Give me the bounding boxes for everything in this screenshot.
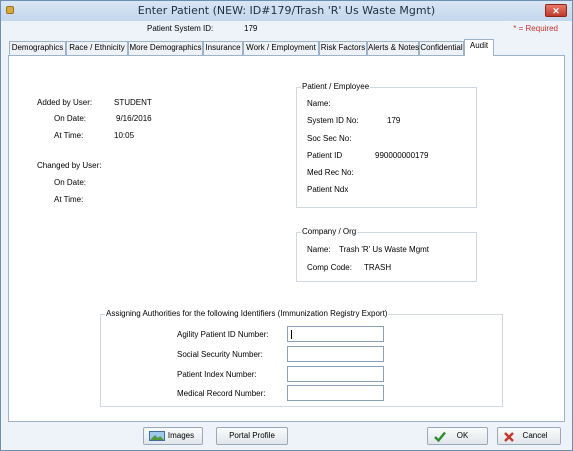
- added-on-label: On Date:: [54, 114, 87, 123]
- checkmark-icon: [434, 431, 446, 442]
- tab-demographics[interactable]: Demographics: [9, 41, 66, 55]
- company-name-value: Trash 'R' Us Waste Mgmt: [339, 245, 430, 254]
- patient-employee-group: Patient / Employee Name: System ID No: 1…: [296, 82, 477, 208]
- enter-patient-window: Enter Patient (NEW: ID#179/Trash 'R' Us …: [0, 0, 573, 451]
- patient-system-id-label: System ID No:: [307, 116, 359, 125]
- system-id-label: Patient System ID:: [147, 24, 214, 33]
- ssn-label: Social Security Number:: [177, 350, 263, 359]
- agility-id-label: Agility Patient ID Number:: [177, 330, 269, 339]
- tab-more-demographics[interactable]: More Demographics: [128, 41, 203, 55]
- ssn-input[interactable]: [287, 346, 384, 362]
- patient-employee-legend: Patient / Employee: [301, 82, 371, 91]
- required-note: * = Required: [513, 24, 558, 33]
- added-at-value: 10:05: [114, 131, 135, 140]
- changed-on-label: On Date:: [54, 178, 87, 187]
- patient-id-label: Patient ID: [307, 151, 343, 160]
- tab-insurance[interactable]: Insurance: [203, 41, 243, 55]
- assigning-authorities-group: Assigning Authorities for the following …: [100, 309, 503, 407]
- tab-risk-factors[interactable]: Risk Factors: [319, 41, 367, 55]
- added-on-value: 9/16/2016: [116, 114, 152, 123]
- changed-at-label: At Time:: [54, 195, 84, 204]
- med-rec-label: Med Rec No:: [307, 168, 354, 177]
- ok-button[interactable]: OK: [427, 427, 488, 445]
- medical-record-input[interactable]: [287, 385, 384, 401]
- comp-code-label: Comp Code:: [307, 263, 352, 272]
- patient-system-id-value: 179: [387, 116, 401, 125]
- agility-id-input[interactable]: [287, 326, 384, 342]
- tab-confidential[interactable]: Confidential: [419, 41, 464, 55]
- assigning-authorities-legend: Assigning Authorities for the following …: [105, 309, 389, 318]
- added-at-label: At Time:: [54, 131, 84, 140]
- medical-record-label: Medical Record Number:: [177, 389, 266, 398]
- x-icon: [504, 432, 514, 442]
- tab-race-ethnicity[interactable]: Race / Ethnicity: [66, 41, 128, 55]
- company-org-legend: Company / Org: [301, 227, 358, 236]
- ok-label: OK: [456, 431, 469, 440]
- comp-code-value: TRASH: [364, 263, 392, 272]
- title-bar[interactable]: Enter Patient (NEW: ID#179/Trash 'R' Us …: [1, 1, 572, 21]
- images-label: Images: [167, 431, 195, 440]
- image-icon: [149, 431, 165, 441]
- audit-panel: Added by User: STUDENT On Date: 9/16/201…: [8, 55, 565, 422]
- window-title: Enter Patient (NEW: ID#179/Trash 'R' Us …: [137, 4, 436, 17]
- cancel-label: Cancel: [522, 431, 548, 440]
- images-button[interactable]: Images: [143, 427, 203, 445]
- system-id-value: 179: [244, 24, 258, 33]
- patient-name-label: Name:: [307, 99, 331, 108]
- changed-by-label: Changed by User:: [37, 161, 102, 170]
- tab-alerts-notes[interactable]: Alerts & Notes: [367, 41, 419, 55]
- text-caret: [291, 330, 292, 339]
- added-by-value: STUDENT: [114, 98, 152, 107]
- company-name-label: Name:: [307, 245, 331, 254]
- patient-index-label: Patient Index Number:: [177, 370, 257, 379]
- tab-audit[interactable]: Audit: [464, 39, 494, 56]
- patient-ndx-label: Patient Ndx: [307, 185, 349, 194]
- added-by-label: Added by User:: [37, 98, 93, 107]
- portal-profile-button[interactable]: Portal Profile: [216, 427, 288, 445]
- cancel-button[interactable]: Cancel: [497, 427, 561, 445]
- company-org-group: Company / Org Name: Trash 'R' Us Waste M…: [296, 227, 477, 282]
- patient-index-input[interactable]: [287, 366, 384, 382]
- tab-work-employment[interactable]: Work / Employment: [243, 41, 319, 55]
- patient-id-value: 990000000179: [375, 151, 429, 160]
- soc-sec-label: Soc Sec No:: [307, 134, 352, 143]
- close-button[interactable]: ✕: [545, 4, 567, 17]
